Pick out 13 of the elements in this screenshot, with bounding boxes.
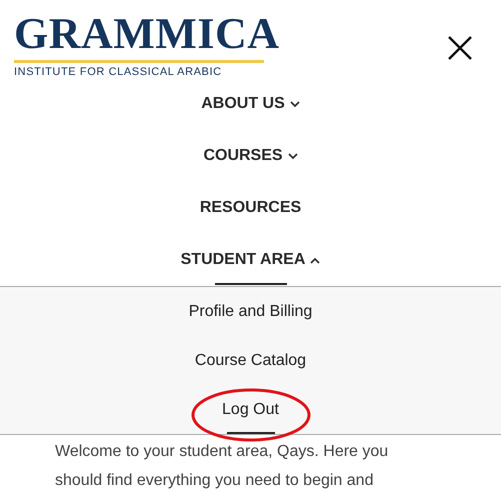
nav-link[interactable]: ABOUT US	[201, 92, 300, 116]
logo-subtitle: INSTITUTE FOR CLASSICAL ARABIC	[14, 66, 222, 78]
nav-link[interactable]: COURSES	[203, 144, 298, 168]
welcome-paragraph: Welcome to your student area, Qays. Here you should find everything you need to begin and	[54, 442, 390, 491]
chevron-down-icon	[288, 152, 298, 160]
chevron-up-icon	[310, 256, 320, 264]
chevron-down-icon	[290, 100, 300, 108]
submenu-link[interactable]: Profile and Billing	[188, 300, 312, 324]
close-icon[interactable]	[448, 36, 472, 60]
nav-link[interactable]: RESOURCES	[200, 196, 302, 220]
logo-title: GRAMMICA	[14, 12, 280, 56]
submenu-link[interactable]: Course Catalog	[194, 348, 306, 372]
nav-link[interactable]: STUDENT AREA	[180, 248, 320, 272]
